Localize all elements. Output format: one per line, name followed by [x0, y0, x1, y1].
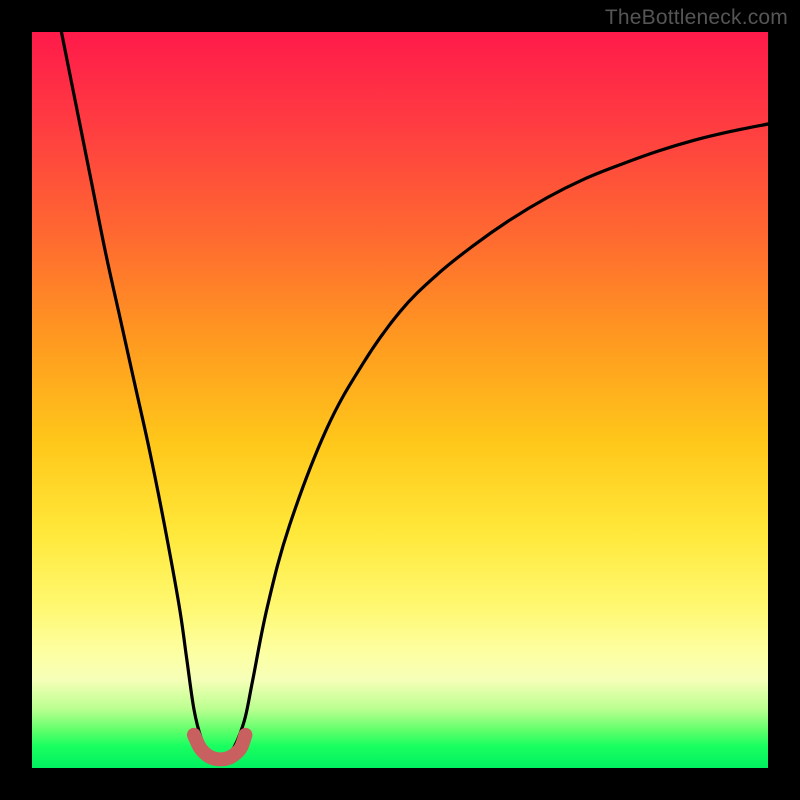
left-branch-curve [61, 32, 208, 753]
curve-layer [32, 32, 768, 768]
chart-frame: TheBottleneck.com [0, 0, 800, 800]
plot-area [32, 32, 768, 768]
bottom-u-marker [194, 735, 246, 759]
watermark-text: TheBottleneck.com [605, 6, 788, 30]
right-branch-curve [231, 124, 768, 753]
